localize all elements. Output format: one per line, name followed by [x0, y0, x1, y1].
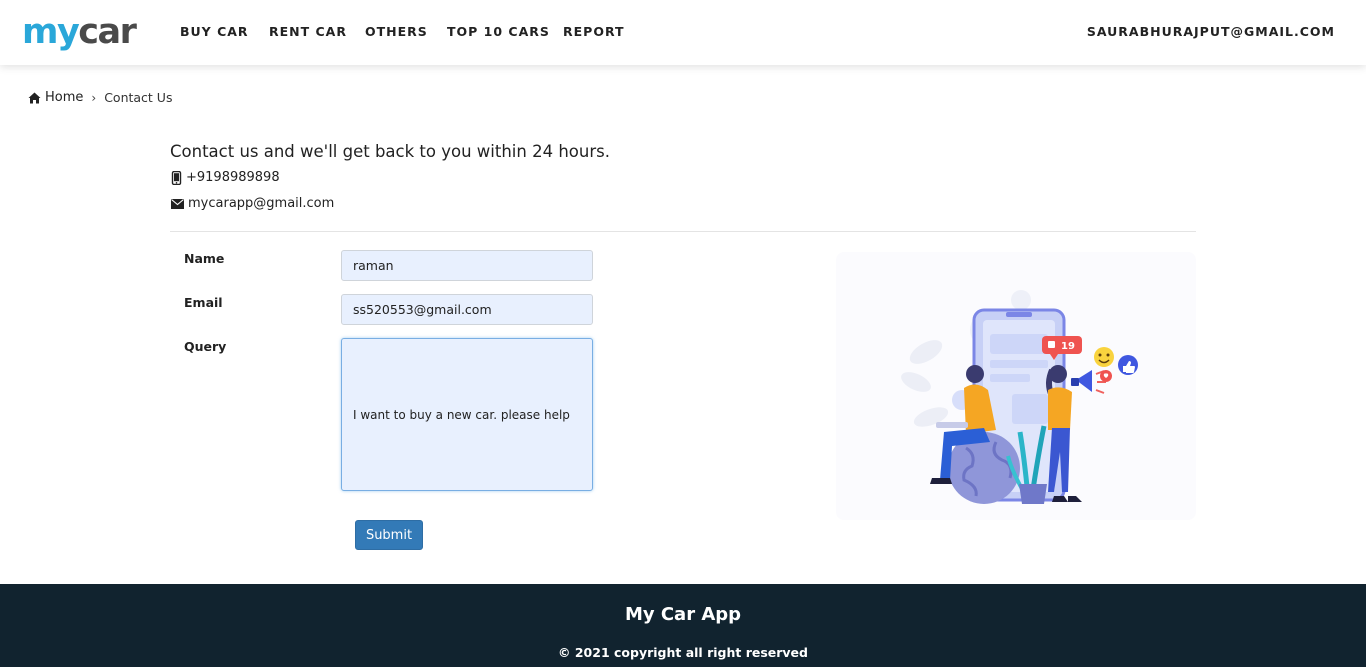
contact-heading: Contact us and we'll get back to you wit…: [170, 142, 610, 161]
breadcrumb-current: Contact Us: [104, 90, 173, 105]
name-label: Name: [184, 251, 225, 266]
query-textarea[interactable]: I want to buy a new car. please help: [341, 338, 593, 491]
breadcrumb-home-label: Home: [45, 90, 84, 105]
envelope-icon: [171, 198, 184, 209]
nav-others[interactable]: OTHERS: [365, 24, 428, 39]
query-label: Query: [184, 339, 227, 354]
nav-buy-car[interactable]: BUY CAR: [180, 24, 249, 39]
mobile-phone-icon: [171, 170, 182, 185]
user-account-link[interactable]: SAURABHURAJPUT@GMAIL.COM: [1087, 24, 1335, 39]
name-input[interactable]: raman: [341, 250, 593, 281]
footer-title: My Car App: [624, 604, 742, 625]
footer-copyright: © 2021 copyright all right reserved: [558, 645, 808, 660]
top-navbar: mycar BUY CAR RENT CAR OTHERS TOP 10 CAR…: [0, 0, 1366, 65]
email-input[interactable]: ss520553@gmail.com: [341, 294, 593, 325]
site-footer: My Car App © 2021 copyright all right re…: [0, 584, 1366, 667]
nav-top-10-cars[interactable]: TOP 10 CARS: [447, 24, 550, 39]
like-count-badge: 19: [1061, 341, 1075, 352]
breadcrumb: Home › Contact Us: [28, 90, 172, 105]
brand-logo[interactable]: mycar: [22, 14, 137, 50]
breadcrumb-home[interactable]: Home: [28, 90, 83, 105]
contact-email: mycarapp@gmail.com: [188, 196, 335, 211]
contact-email-row: mycarapp@gmail.com: [171, 196, 334, 211]
submit-button[interactable]: Submit: [355, 520, 423, 550]
email-label: Email: [184, 295, 223, 310]
nav-report[interactable]: REPORT: [563, 24, 625, 39]
contact-illustration: 19: [836, 252, 1196, 520]
nav-rent-car[interactable]: RENT CAR: [269, 24, 347, 39]
section-divider: [170, 231, 1196, 232]
social-media-illustration-icon: 19: [901, 290, 1138, 504]
contact-phone-row: +9198989898: [171, 170, 280, 185]
contact-phone: +9198989898: [186, 170, 280, 185]
home-icon: [28, 92, 41, 103]
chevron-right-icon: ›: [91, 90, 97, 105]
